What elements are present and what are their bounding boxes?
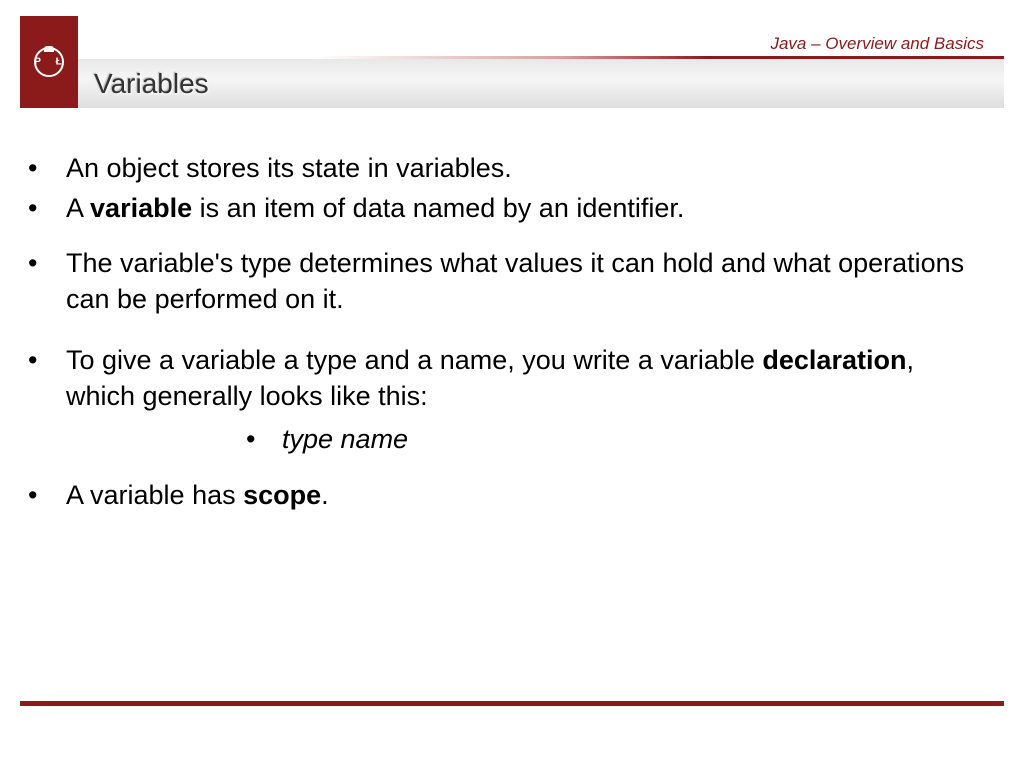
bullet-dot-icon: • [26,245,66,318]
code-example: type name [282,421,408,457]
bullet-item: • An object stores its state in variable… [26,150,984,186]
bullet-item: • To give a variable a type and a name, … [26,342,984,415]
text-segment: A [66,193,90,223]
header-subtitle: Java – Overview and Basics [770,34,984,54]
bullet-text: To give a variable a type and a name, yo… [66,342,984,415]
text-bold: declaration [762,345,906,375]
bullet-item: • A variable has scope. [26,477,984,513]
text-segment: is an item of data named by an identifie… [192,193,684,223]
content-area: • An object stores its state in variable… [26,150,984,518]
text-bold: variable [90,193,192,223]
bullet-text: The variable's type determines what valu… [66,245,984,318]
text-segment: . [321,480,329,510]
bullet-item: • The variable's type determines what va… [26,245,984,318]
bullet-dot-icon: • [26,150,66,186]
slide-title: Variables [94,68,209,100]
sub-bullet-item: • type name [246,421,984,457]
bullet-dot-icon: • [26,342,66,415]
university-logo: P Ł [20,16,78,108]
text-segment: A variable has [66,480,243,510]
text-segment: To give a variable a type and a name, yo… [66,345,762,375]
bullet-item: • A variable is an item of data named by… [26,190,984,226]
slide: Java – Overview and Basics Variables P Ł… [0,0,1024,768]
bullet-dot-icon: • [26,477,66,513]
bullet-dot-icon: • [26,190,66,226]
text-bold: scope [243,480,321,510]
bullet-dot-icon: • [246,421,282,457]
logo-letters: P Ł [27,57,71,68]
logo-icon: P Ł [27,40,71,84]
bullet-text: A variable is an item of data named by a… [66,190,984,226]
bullet-text: An object stores its state in variables. [66,150,984,186]
bullet-text: A variable has scope. [66,477,984,513]
footer-rule [20,701,1004,706]
